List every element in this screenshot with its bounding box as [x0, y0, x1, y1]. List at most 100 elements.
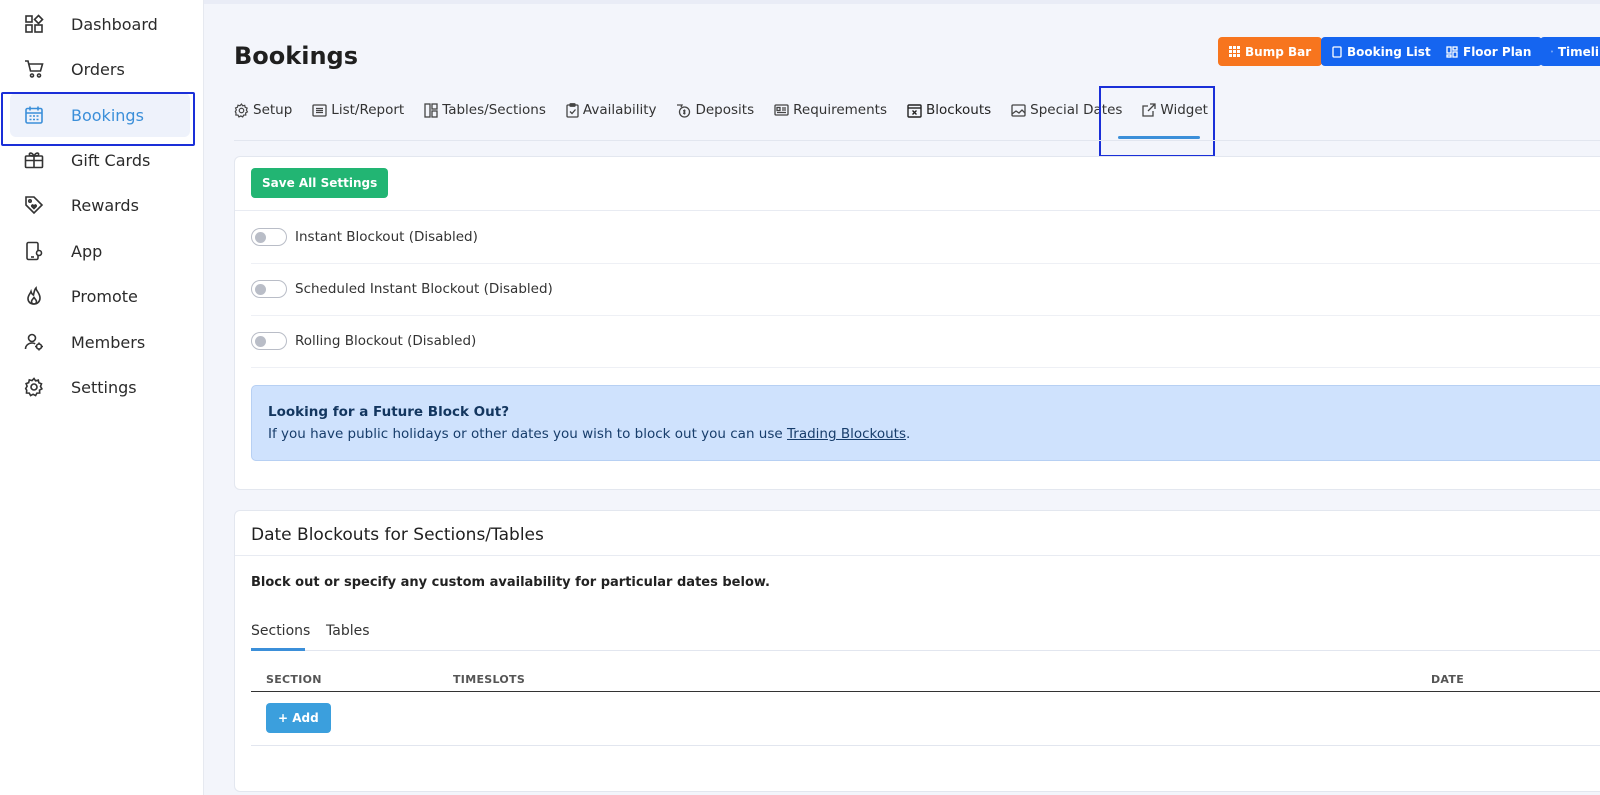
info-text: If you have public holidays or other dat…	[268, 426, 1598, 442]
tab-label: Tables/Sections	[442, 102, 546, 118]
sidebar-item-label: Bookings	[71, 105, 144, 125]
tab-blockouts[interactable]: Blockouts	[907, 98, 991, 122]
cart-icon	[23, 58, 45, 80]
gift-card-icon	[23, 149, 45, 171]
grid-icon	[1229, 46, 1240, 57]
booking-list-label: Booking List	[1347, 44, 1431, 59]
sidebar-item-label: App	[71, 241, 103, 261]
floor-plan-icon	[1446, 45, 1458, 58]
top-strip	[204, 0, 1600, 4]
future-blockout-info: Looking for a Future Block Out? If you h…	[251, 385, 1600, 461]
dashboard-icon	[23, 13, 45, 35]
instant-blockout-row: Instant Blockout (Disabled)	[251, 211, 1600, 264]
sidebar-item-dashboard[interactable]: Dashboard	[10, 2, 190, 46]
rolling-blockout-label: Rolling Blockout (Disabled)	[295, 333, 477, 349]
active-subtab-indicator	[251, 648, 305, 651]
sidebar-item-rewards[interactable]: Rewards	[10, 183, 190, 227]
sidebar-item-label: Promote	[71, 286, 138, 306]
sidebar-item-app[interactable]: App	[10, 229, 190, 273]
clipboard-check-icon	[566, 102, 579, 118]
calendar-icon	[23, 104, 45, 126]
timeline-icon	[1551, 50, 1553, 53]
id-card-icon	[774, 104, 789, 116]
timeline-label: Timeli	[1557, 44, 1599, 59]
sidebar-item-settings[interactable]: Settings	[10, 365, 190, 409]
subtabs-divider	[251, 650, 1600, 651]
trading-blockouts-link[interactable]: Trading Blockouts	[787, 426, 906, 442]
gear-icon	[23, 376, 45, 398]
tab-label: Setup	[253, 102, 293, 118]
sidebar-item-gift-cards[interactable]: Gift Cards	[10, 138, 190, 182]
sidebar-item-label: Settings	[71, 377, 137, 397]
divider	[235, 555, 1600, 556]
list-icon	[312, 103, 327, 117]
timeline-button[interactable]: Timeli	[1540, 37, 1600, 66]
flame-icon	[23, 285, 45, 307]
tab-deposits[interactable]: Deposits	[676, 98, 754, 122]
tab-setup[interactable]: Setup	[234, 98, 292, 122]
sidebar-item-label: Members	[71, 332, 146, 352]
subtab-tables[interactable]: Tables	[326, 623, 370, 639]
tables-icon	[424, 102, 438, 118]
tag-heart-icon	[23, 194, 45, 216]
booking-list-button[interactable]: Booking List	[1321, 37, 1442, 66]
rolling-blockout-toggle[interactable]	[251, 332, 287, 350]
active-tab-indicator	[1118, 136, 1200, 139]
calendar-x-icon	[907, 103, 922, 118]
document-icon	[1332, 45, 1342, 58]
sidebar-item-label: Orders	[71, 59, 125, 79]
tab-label: List/Report	[331, 102, 405, 118]
tab-label: Availability	[582, 102, 657, 118]
gear-icon	[234, 102, 249, 118]
tab-list-report[interactable]: List/Report	[312, 98, 404, 122]
tab-label: Deposits	[695, 102, 755, 118]
date-blockouts-description: Block out or specify any custom availabi…	[251, 575, 770, 590]
add-blockout-button[interactable]: + Add	[266, 703, 331, 733]
external-link-icon	[1142, 103, 1157, 117]
tabs-divider	[234, 140, 1600, 141]
scheduled-instant-blockout-row: Scheduled Instant Blockout (Disabled)	[251, 263, 1600, 316]
save-all-settings-button[interactable]: Save All Settings	[251, 168, 389, 198]
image-icon	[1011, 103, 1026, 117]
date-blockouts-title: Date Blockouts for Sections/Tables	[251, 525, 544, 545]
sidebar: Dashboard Orders Bookings Gift Cards Rew…	[0, 0, 204, 795]
tab-special-dates[interactable]: Special Dates	[1011, 98, 1122, 122]
subtab-sections[interactable]: Sections	[251, 623, 310, 639]
table-bottom-line	[251, 745, 1600, 746]
page-title: Bookings	[234, 42, 359, 70]
floor-plan-label: Floor Plan	[1463, 44, 1532, 59]
date-blockouts-card: Date Blockouts for Sections/Tables Block…	[234, 510, 1600, 792]
tab-requirements[interactable]: Requirements	[774, 98, 887, 122]
tab-tables-sections[interactable]: Tables/Sections	[424, 98, 546, 122]
tab-availability[interactable]: Availability	[566, 98, 657, 122]
blockout-settings-card: Save All Settings Instant Blockout (Disa…	[234, 156, 1600, 490]
main-content: Bookings Bump Bar Booking List Floor Pla…	[204, 0, 1600, 795]
scheduled-instant-blockout-label: Scheduled Instant Blockout (Disabled)	[295, 281, 553, 297]
tab-label: Blockouts	[925, 102, 992, 118]
tab-label: Requirements	[793, 102, 887, 118]
sidebar-item-promote[interactable]: Promote	[10, 274, 190, 318]
instant-blockout-toggle[interactable]	[251, 228, 287, 246]
sidebar-item-label: Dashboard	[71, 14, 158, 34]
info-text-after: .	[906, 426, 911, 442]
settings-tabs: Setup List/Report Tables/Sections Availa…	[234, 98, 1228, 140]
column-header-section: SECTION	[266, 673, 322, 686]
sidebar-item-orders[interactable]: Orders	[10, 47, 190, 91]
tab-widget[interactable]: Widget	[1142, 98, 1208, 122]
sidebar-item-members[interactable]: Members	[10, 320, 190, 364]
members-gear-icon	[23, 331, 45, 353]
instant-blockout-label: Instant Blockout (Disabled)	[295, 229, 478, 245]
bump-bar-label: Bump Bar	[1245, 44, 1312, 59]
scheduled-instant-blockout-toggle[interactable]	[251, 280, 287, 298]
table-header-line	[251, 691, 1600, 692]
rolling-blockout-row: Rolling Blockout (Disabled)	[251, 315, 1600, 368]
column-header-date: DATE	[1431, 673, 1465, 686]
phone-gear-icon	[23, 240, 45, 262]
floor-plan-button[interactable]: Floor Plan	[1435, 37, 1543, 66]
tab-label: Widget	[1160, 102, 1208, 118]
bump-bar-button[interactable]: Bump Bar	[1218, 37, 1323, 66]
info-text-before: If you have public holidays or other dat…	[268, 426, 787, 442]
deposit-icon	[677, 103, 691, 118]
tab-label: Special Dates	[1030, 102, 1123, 118]
sidebar-item-bookings[interactable]: Bookings	[10, 93, 190, 137]
